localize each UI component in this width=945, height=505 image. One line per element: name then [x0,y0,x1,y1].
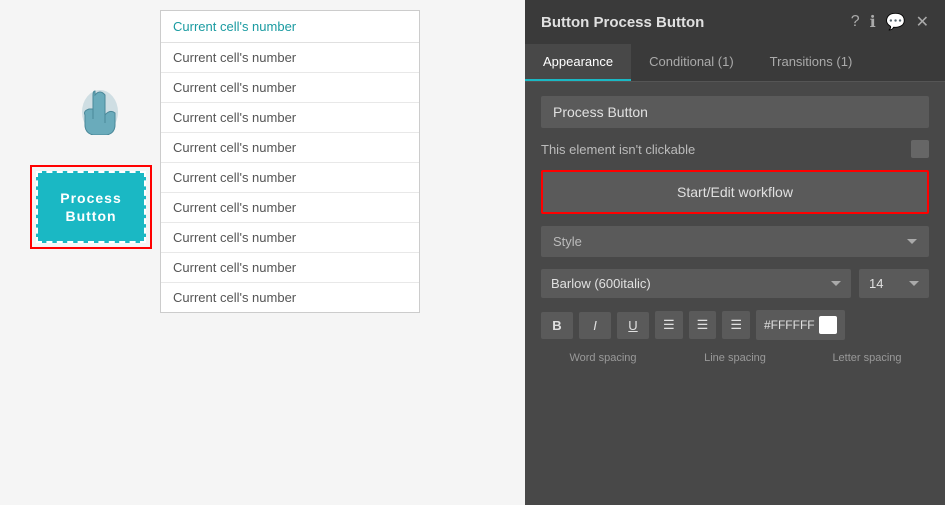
table-row: Current cell's number [161,193,419,223]
line-spacing-label: Line spacing [673,352,797,364]
canvas-icon [70,85,130,135]
panel-title: Button Process Button [541,14,704,31]
right-panel: Button Process Button ? ℹ 💬 ✕ Appearance… [525,0,945,505]
workflow-button[interactable]: Start/Edit workflow [541,170,929,214]
letter-spacing-label: Letter spacing [805,352,929,364]
tabs-bar: Appearance Conditional (1) Transitions (… [525,44,945,82]
process-button-label: Process Button [36,171,146,243]
spacing-row: Word spacing Line spacing Letter spacing [541,352,929,364]
chevron-down-icon [907,239,917,244]
table-row: Current cell's number [161,253,419,283]
table-row: Current cell's number [161,73,419,103]
color-hex-label: #FFFFFF [764,318,815,332]
font-select[interactable]: Barlow (600italic) [541,269,851,298]
color-box [819,316,837,334]
data-table: Current cell's number Current cell's num… [160,10,420,313]
panel-content: This element isn't clickable Start/Edit … [525,82,945,505]
bold-button[interactable]: B [541,312,573,339]
chat-icon[interactable]: 💬 [886,12,906,32]
table-row: Current cell's number [161,133,419,163]
font-name: Barlow (600italic) [551,276,651,291]
font-row: Barlow (600italic) 14 [541,269,929,298]
table-row: Current cell's number [161,223,419,253]
font-size-value: 14 [869,276,883,291]
table-row: Current cell's number [161,103,419,133]
table-header: Current cell's number [161,11,419,43]
size-chevron-icon [909,281,919,286]
clickable-checkbox[interactable] [911,140,929,158]
info-icon[interactable]: ℹ [870,12,876,32]
clickable-label: This element isn't clickable [541,142,695,157]
align-center-button[interactable]: ☰ [689,311,717,339]
word-spacing-label: Word spacing [541,352,665,364]
help-icon[interactable]: ? [851,13,860,31]
tab-transitions[interactable]: Transitions (1) [752,44,871,81]
align-right-button[interactable]: ☰ [722,311,750,339]
tab-appearance[interactable]: Appearance [525,44,631,81]
canvas-area: Process Button Current cell's number Cur… [0,0,525,505]
panel-header: Button Process Button ? ℹ 💬 ✕ [525,0,945,44]
underline-button[interactable]: U [617,312,649,339]
panel-header-icons: ? ℹ 💬 ✕ [851,12,929,32]
clickable-row: This element isn't clickable [541,140,929,158]
font-chevron-icon [831,281,841,286]
tab-conditional[interactable]: Conditional (1) [631,44,752,81]
italic-button[interactable]: I [579,312,611,339]
color-picker[interactable]: #FFFFFF [756,310,845,340]
process-button-widget[interactable]: Process Button [30,165,152,249]
format-row: B I U ☰ ☰ ☰ #FFFFFF [541,310,929,340]
close-icon[interactable]: ✕ [916,12,929,32]
style-label: Style [553,234,582,249]
font-size-select[interactable]: 14 [859,269,929,298]
table-row: Current cell's number [161,283,419,312]
align-left-button[interactable]: ☰ [655,311,683,339]
table-row: Current cell's number [161,43,419,73]
button-name-input[interactable] [541,96,929,128]
style-dropdown[interactable]: Style [541,226,929,257]
table-row: Current cell's number [161,163,419,193]
